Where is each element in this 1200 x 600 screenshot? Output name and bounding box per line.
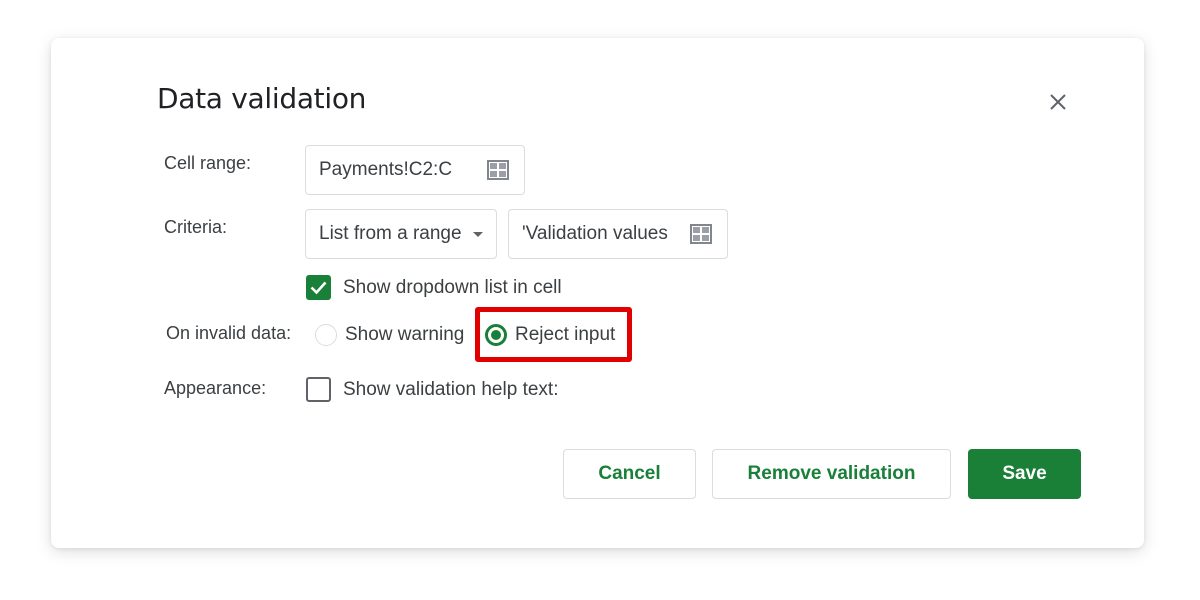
criteria-type-value: List from a range xyxy=(319,223,462,244)
appearance-label: Appearance: xyxy=(164,378,267,398)
close-button[interactable] xyxy=(1046,90,1070,114)
dialog-title: Data validation xyxy=(157,82,367,115)
cell-range-value: Payments!C2:C xyxy=(319,159,453,180)
show-dropdown-checkbox[interactable] xyxy=(306,275,331,300)
reject-input-radio[interactable] xyxy=(485,324,507,346)
show-warning-radio[interactable] xyxy=(315,324,337,346)
on-invalid-label: On invalid data: xyxy=(166,323,292,343)
help-text-checkbox[interactable] xyxy=(306,377,331,402)
cell-range-label: Cell range: xyxy=(164,153,252,173)
grid-select-icon[interactable] xyxy=(487,160,509,180)
criteria-range-input[interactable]: 'Validation values xyxy=(508,209,728,259)
criteria-label: Criteria: xyxy=(164,217,228,237)
help-text-label: Show validation help text: xyxy=(343,379,559,400)
reject-input-label: Reject input xyxy=(515,324,616,345)
chevron-down-icon xyxy=(473,232,483,237)
cancel-button[interactable]: Cancel xyxy=(563,449,696,499)
remove-validation-button[interactable]: Remove validation xyxy=(712,449,951,499)
criteria-type-dropdown[interactable]: List from a range xyxy=(305,209,497,259)
show-dropdown-label: Show dropdown list in cell xyxy=(343,277,562,298)
checkmark-icon xyxy=(310,281,327,295)
cell-range-input[interactable]: Payments!C2:C xyxy=(305,145,525,195)
data-validation-dialog: Data validation Cell range: Payments!C2:… xyxy=(51,38,1144,548)
save-button[interactable]: Save xyxy=(968,449,1081,499)
grid-select-icon[interactable] xyxy=(690,224,712,244)
criteria-range-value: 'Validation values xyxy=(522,223,668,244)
show-warning-label: Show warning xyxy=(345,324,465,345)
close-icon xyxy=(1050,94,1066,110)
